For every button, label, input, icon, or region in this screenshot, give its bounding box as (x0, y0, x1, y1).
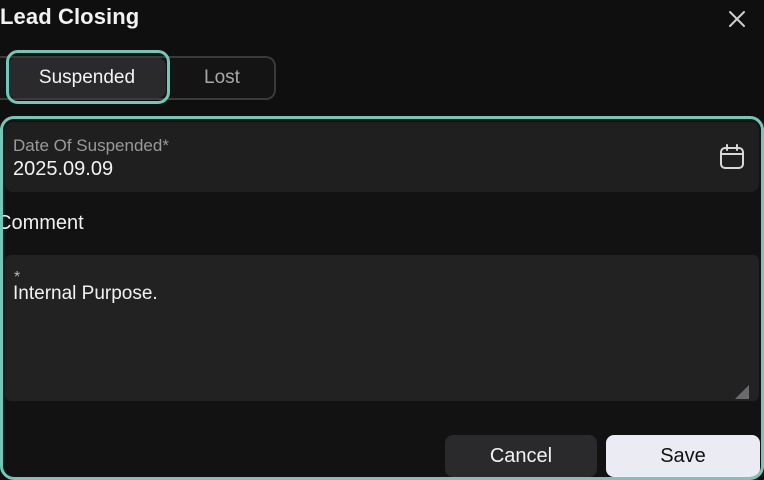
comment-text: Internal Purpose. (13, 283, 158, 304)
lead-closing-dialog: Lead Closing Suspended Lost Date Of Susp… (0, 0, 764, 480)
cancel-button[interactable]: Cancel (445, 435, 597, 477)
comment-textarea[interactable]: * Internal Purpose. (5, 255, 759, 401)
date-of-suspended-field[interactable]: Date Of Suspended* 2025.09.09 (5, 122, 759, 192)
date-field-label: Date Of Suspended* (13, 136, 169, 155)
dialog-title: Lead Closing (0, 4, 140, 29)
calendar-button[interactable] (717, 142, 747, 172)
tab-suspended[interactable]: Suspended (8, 58, 166, 98)
calendar-icon (720, 144, 744, 169)
comment-heading: Comment (0, 212, 84, 234)
closing-form-panel: Date Of Suspended* 2025.09.09 Comment * … (0, 116, 764, 480)
close-icon (729, 11, 745, 27)
date-field-value: 2025.09.09 (13, 158, 114, 180)
save-button[interactable]: Save (606, 435, 760, 477)
resize-handle-icon[interactable] (733, 383, 749, 399)
tab-lost[interactable]: Lost (170, 58, 274, 98)
closing-type-tabs: Suspended Lost (0, 56, 276, 100)
close-button[interactable] (724, 6, 750, 32)
